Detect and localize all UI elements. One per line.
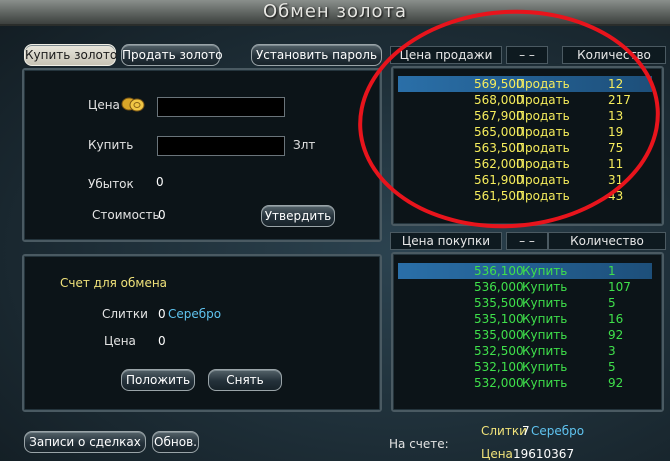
order-quantity: 92 <box>608 376 624 390</box>
exchange-account-title: Счет для обмена <box>60 276 168 290</box>
buy-amount-label: Купить <box>88 138 134 152</box>
buy-price-header[interactable]: Цена покупки <box>390 232 502 250</box>
order-price: 532,500 <box>474 344 524 358</box>
buy-quantity-header[interactable]: Количество <box>548 232 666 250</box>
footer-silver-unit: Серебро <box>531 424 585 438</box>
balance-label: На счете: <box>389 437 449 451</box>
order-price: 532,000 <box>474 376 524 390</box>
footer-price-value: 19610367 <box>513 447 575 461</box>
price-label: Цена <box>88 98 120 112</box>
buy-order-row[interactable]: 532,500 Купить 3 <box>398 343 652 359</box>
order-price: 536,000 <box>474 280 524 294</box>
footer-ingots-value: 7 <box>522 424 530 438</box>
order-action: Купить <box>522 344 568 358</box>
buy-order-row[interactable]: 532,100 Купить 5 <box>398 359 652 375</box>
account-price-label: Цена <box>104 334 136 348</box>
silver-unit: Серебро <box>168 307 222 321</box>
order-price: 535,500 <box>474 296 524 310</box>
buy-order-row[interactable]: 532,000 Купить 92 <box>398 375 652 391</box>
order-price: 536,100 <box>474 264 524 278</box>
buy-order-row[interactable]: 535,100 Купить 16 <box>398 311 652 327</box>
buy-order-row[interactable]: 535,000 Купить 92 <box>398 327 652 343</box>
loss-value: 0 <box>156 175 164 189</box>
gold-unit-label: Злт <box>293 138 316 152</box>
ingots-value: 0 <box>158 307 166 321</box>
refresh-button[interactable]: Обнов. <box>152 431 199 453</box>
order-action: Купить <box>522 360 568 374</box>
order-action: Купить <box>522 328 568 342</box>
loss-label: Убыток <box>88 177 134 191</box>
order-quantity: 92 <box>608 328 624 342</box>
order-action: Купить <box>522 312 568 326</box>
deposit-button[interactable]: Положить <box>121 369 195 391</box>
ingots-label: Слитки <box>102 307 148 321</box>
confirm-button[interactable]: Утвердить <box>261 205 335 227</box>
order-quantity: 5 <box>608 296 616 310</box>
buy-order-row[interactable]: 535,500 Купить 5 <box>398 295 652 311</box>
tab-sell-gold[interactable]: Продать золото <box>121 44 223 66</box>
price-input[interactable] <box>157 97 285 117</box>
cost-value: 0 <box>158 208 166 222</box>
buy-dash-header[interactable]: – – <box>506 232 548 250</box>
order-quantity: 5 <box>608 360 616 374</box>
order-price: 532,100 <box>474 360 524 374</box>
order-price: 535,100 <box>474 312 524 326</box>
cost-label: Стоимость <box>92 208 160 222</box>
gold-coins-icon <box>121 97 145 112</box>
order-action: Купить <box>522 296 568 310</box>
buy-order-row[interactable]: 536,000 Купить 107 <box>398 279 652 295</box>
order-action: Купить <box>522 264 568 278</box>
order-action: Купить <box>522 280 568 294</box>
order-quantity: 1 <box>608 264 616 278</box>
order-action: Купить <box>522 376 568 390</box>
order-price: 535,000 <box>474 328 524 342</box>
buy-amount-input[interactable] <box>157 136 285 156</box>
order-quantity: 3 <box>608 344 616 358</box>
order-quantity: 16 <box>608 312 624 326</box>
order-quantity: 107 <box>608 280 631 294</box>
footer-price-label: Цена <box>481 447 513 461</box>
footer-ingots-label: Слитки <box>481 424 527 438</box>
set-password-button[interactable]: Установить пароль <box>251 44 382 66</box>
buy-order-row[interactable]: 536,100 Купить 1 <box>398 263 652 279</box>
tab-buy-gold[interactable]: Купить золото <box>24 44 117 66</box>
account-price-value: 0 <box>158 334 166 348</box>
deal-records-button[interactable]: Записи о сделках <box>24 431 146 453</box>
withdraw-button[interactable]: Снять <box>208 369 282 391</box>
